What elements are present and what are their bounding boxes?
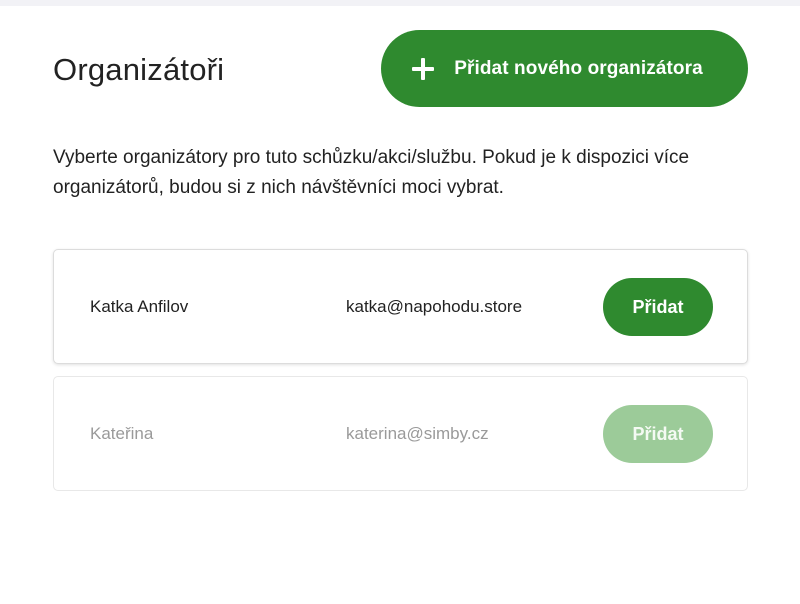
organizer-name: Katka Anfilov — [90, 297, 189, 316]
organizer-row: Katka Anfilov katka@napohodu.store Přida… — [53, 249, 748, 364]
page-title: Organizátoři — [53, 52, 225, 87]
organizer-list: Katka Anfilov katka@napohodu.store Přida… — [53, 249, 748, 503]
organizer-email: katka@napohodu.store — [346, 297, 523, 316]
add-organizer-button-disabled: Přidat — [603, 405, 713, 463]
add-new-organizer-button[interactable]: Přidat nového organizátora — [381, 30, 748, 107]
organizer-email: katerina@simby.cz — [346, 424, 489, 443]
organizer-row: Kateřina katerina@simby.cz Přidat — [53, 376, 748, 491]
organizers-header: Organizátoři Přidat nového organizátora — [53, 30, 748, 107]
plus-icon — [412, 57, 435, 80]
organizers-description: Vyberte organizátory pro tuto schůzku/ak… — [53, 147, 690, 198]
top-strip — [0, 0, 800, 6]
add-new-organizer-label: Přidat nového organizátora — [454, 57, 703, 79]
add-organizer-button[interactable]: Přidat — [603, 278, 713, 336]
organizer-name: Kateřina — [90, 424, 154, 443]
